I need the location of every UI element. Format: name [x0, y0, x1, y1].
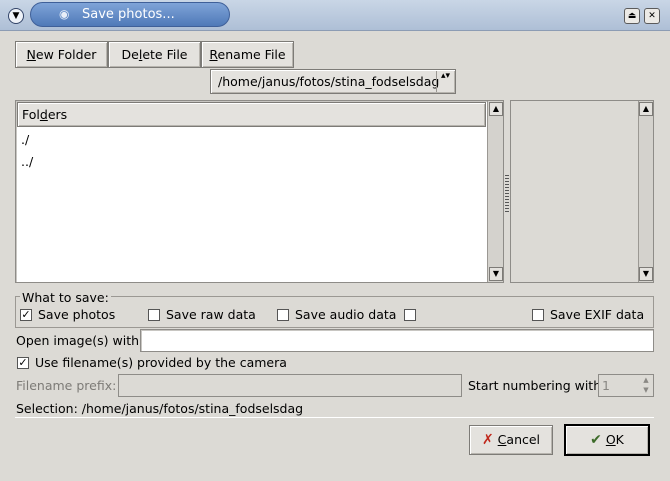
path-combo[interactable]: /home/janus/fotos/stina_fodselsdag ▴▾: [210, 69, 456, 94]
open-images-label: Open image(s) with:: [16, 333, 144, 348]
path-combo-arrows-icon[interactable]: ▴▾: [436, 71, 454, 92]
scroll-up-glyph: ▲: [492, 104, 500, 113]
ok-mnemonic: O: [605, 432, 616, 447]
delete-file-button[interactable]: Delete File: [108, 41, 201, 68]
save-raw-label: Save raw data: [166, 307, 256, 322]
save-audio-checkbox[interactable]: [277, 309, 289, 321]
delete-file-label-pre: De: [121, 47, 139, 62]
folders-header-mnemonic: d: [39, 107, 48, 122]
shade-button[interactable]: ⏏: [624, 8, 640, 24]
delete-file-label: ete File: [142, 47, 188, 62]
save-exif-checkbox[interactable]: [532, 309, 544, 321]
rename-file-button[interactable]: Rename File: [201, 41, 294, 68]
camera-icon: ◉: [59, 7, 70, 21]
save-raw-checkbox[interactable]: [148, 309, 160, 321]
rename-file-label: ename File: [217, 47, 286, 62]
window-menu-icon: ▼: [12, 11, 20, 21]
preview-scrollbar[interactable]: ▲ ▼: [638, 101, 653, 282]
selection-text: Selection: /home/janus/fotos/stina_fodse…: [16, 401, 304, 416]
rename-file-mnemonic: R: [209, 47, 218, 62]
use-filenames-label: Use filename(s) provided by the camera: [35, 355, 287, 370]
folder-item-label: ../: [21, 154, 34, 169]
folder-list-item[interactable]: ../: [21, 154, 33, 169]
save-audio-label: Save audio data: [295, 307, 397, 322]
folders-scrollbar[interactable]: ▲ ▼: [487, 101, 503, 282]
separator: [15, 417, 654, 418]
new-folder-mnemonic: N: [26, 47, 36, 62]
spin-up-glyph: ▲: [643, 376, 649, 384]
window-menu-button[interactable]: ▼: [8, 8, 24, 24]
filename-prefix-label: Filename prefix:: [16, 378, 117, 393]
spin-up-icon[interactable]: ▲: [640, 376, 652, 386]
title-bar[interactable]: ▼ ◉ Save photos... ⏏ ✕: [0, 0, 670, 31]
save-photos-checkbox[interactable]: ✓: [20, 309, 32, 321]
save-exif-label: Save EXIF data: [550, 307, 645, 322]
use-filenames-checkbox[interactable]: ✓: [17, 357, 29, 369]
cancel-button[interactable]: ✗ Cancel: [469, 425, 553, 455]
pane-splitter-handle[interactable]: [505, 175, 509, 213]
window-title: Save photos...: [82, 7, 175, 22]
close-button[interactable]: ✕: [644, 8, 660, 24]
window-title-tab[interactable]: ◉ Save photos...: [30, 2, 230, 27]
folders-panel: Folders ./ ../ ▲ ▼: [15, 100, 504, 283]
ok-icon: ✔: [590, 432, 602, 448]
cancel-icon: ✗: [481, 432, 494, 448]
ok-label: K: [615, 432, 624, 447]
start-numbering-label: Start numbering with:: [468, 378, 606, 393]
start-numbering-spinbox[interactable]: 1 ▲ ▼: [598, 374, 654, 397]
filename-prefix-input[interactable]: [118, 374, 462, 397]
check-icon: ✓: [21, 308, 31, 321]
path-combo-value: /home/janus/fotos/stina_fodselsdag: [218, 74, 440, 89]
spin-down-glyph: ▼: [643, 386, 649, 394]
new-folder-button[interactable]: New Folder: [15, 41, 108, 68]
unlabeled-checkbox[interactable]: [404, 309, 416, 321]
scroll-down-icon[interactable]: ▼: [639, 267, 653, 281]
path-combo-arrow-glyph: ▴▾: [440, 71, 451, 81]
preview-pane: ▲ ▼: [510, 100, 654, 283]
ok-button[interactable]: ✔ OK: [564, 424, 650, 456]
start-numbering-value: 1: [602, 378, 610, 393]
scroll-up-glyph: ▲: [642, 104, 650, 113]
save-photos-label: Save photos: [38, 307, 116, 322]
close-icon: ✕: [648, 11, 656, 21]
folders-header-pre: Fol: [22, 107, 40, 122]
folders-column-header[interactable]: Folders: [17, 102, 486, 127]
new-folder-label: ew Folder: [35, 47, 97, 62]
scroll-up-icon[interactable]: ▲: [489, 102, 503, 116]
scroll-down-glyph: ▼: [642, 269, 650, 278]
shade-icon: ⏏: [627, 11, 637, 21]
what-to-save-legend: What to save:: [20, 290, 111, 305]
scroll-down-icon[interactable]: ▼: [489, 267, 503, 281]
check-icon: ✓: [18, 356, 28, 369]
open-images-input[interactable]: [140, 329, 654, 352]
scroll-up-icon[interactable]: ▲: [639, 102, 653, 116]
spin-down-icon[interactable]: ▼: [640, 386, 652, 396]
cancel-label: ancel: [506, 432, 541, 447]
folders-header-label: ers: [47, 107, 68, 122]
folder-item-label: ./: [21, 132, 30, 147]
folder-list-item[interactable]: ./: [21, 132, 29, 147]
scroll-down-glyph: ▼: [492, 269, 500, 278]
